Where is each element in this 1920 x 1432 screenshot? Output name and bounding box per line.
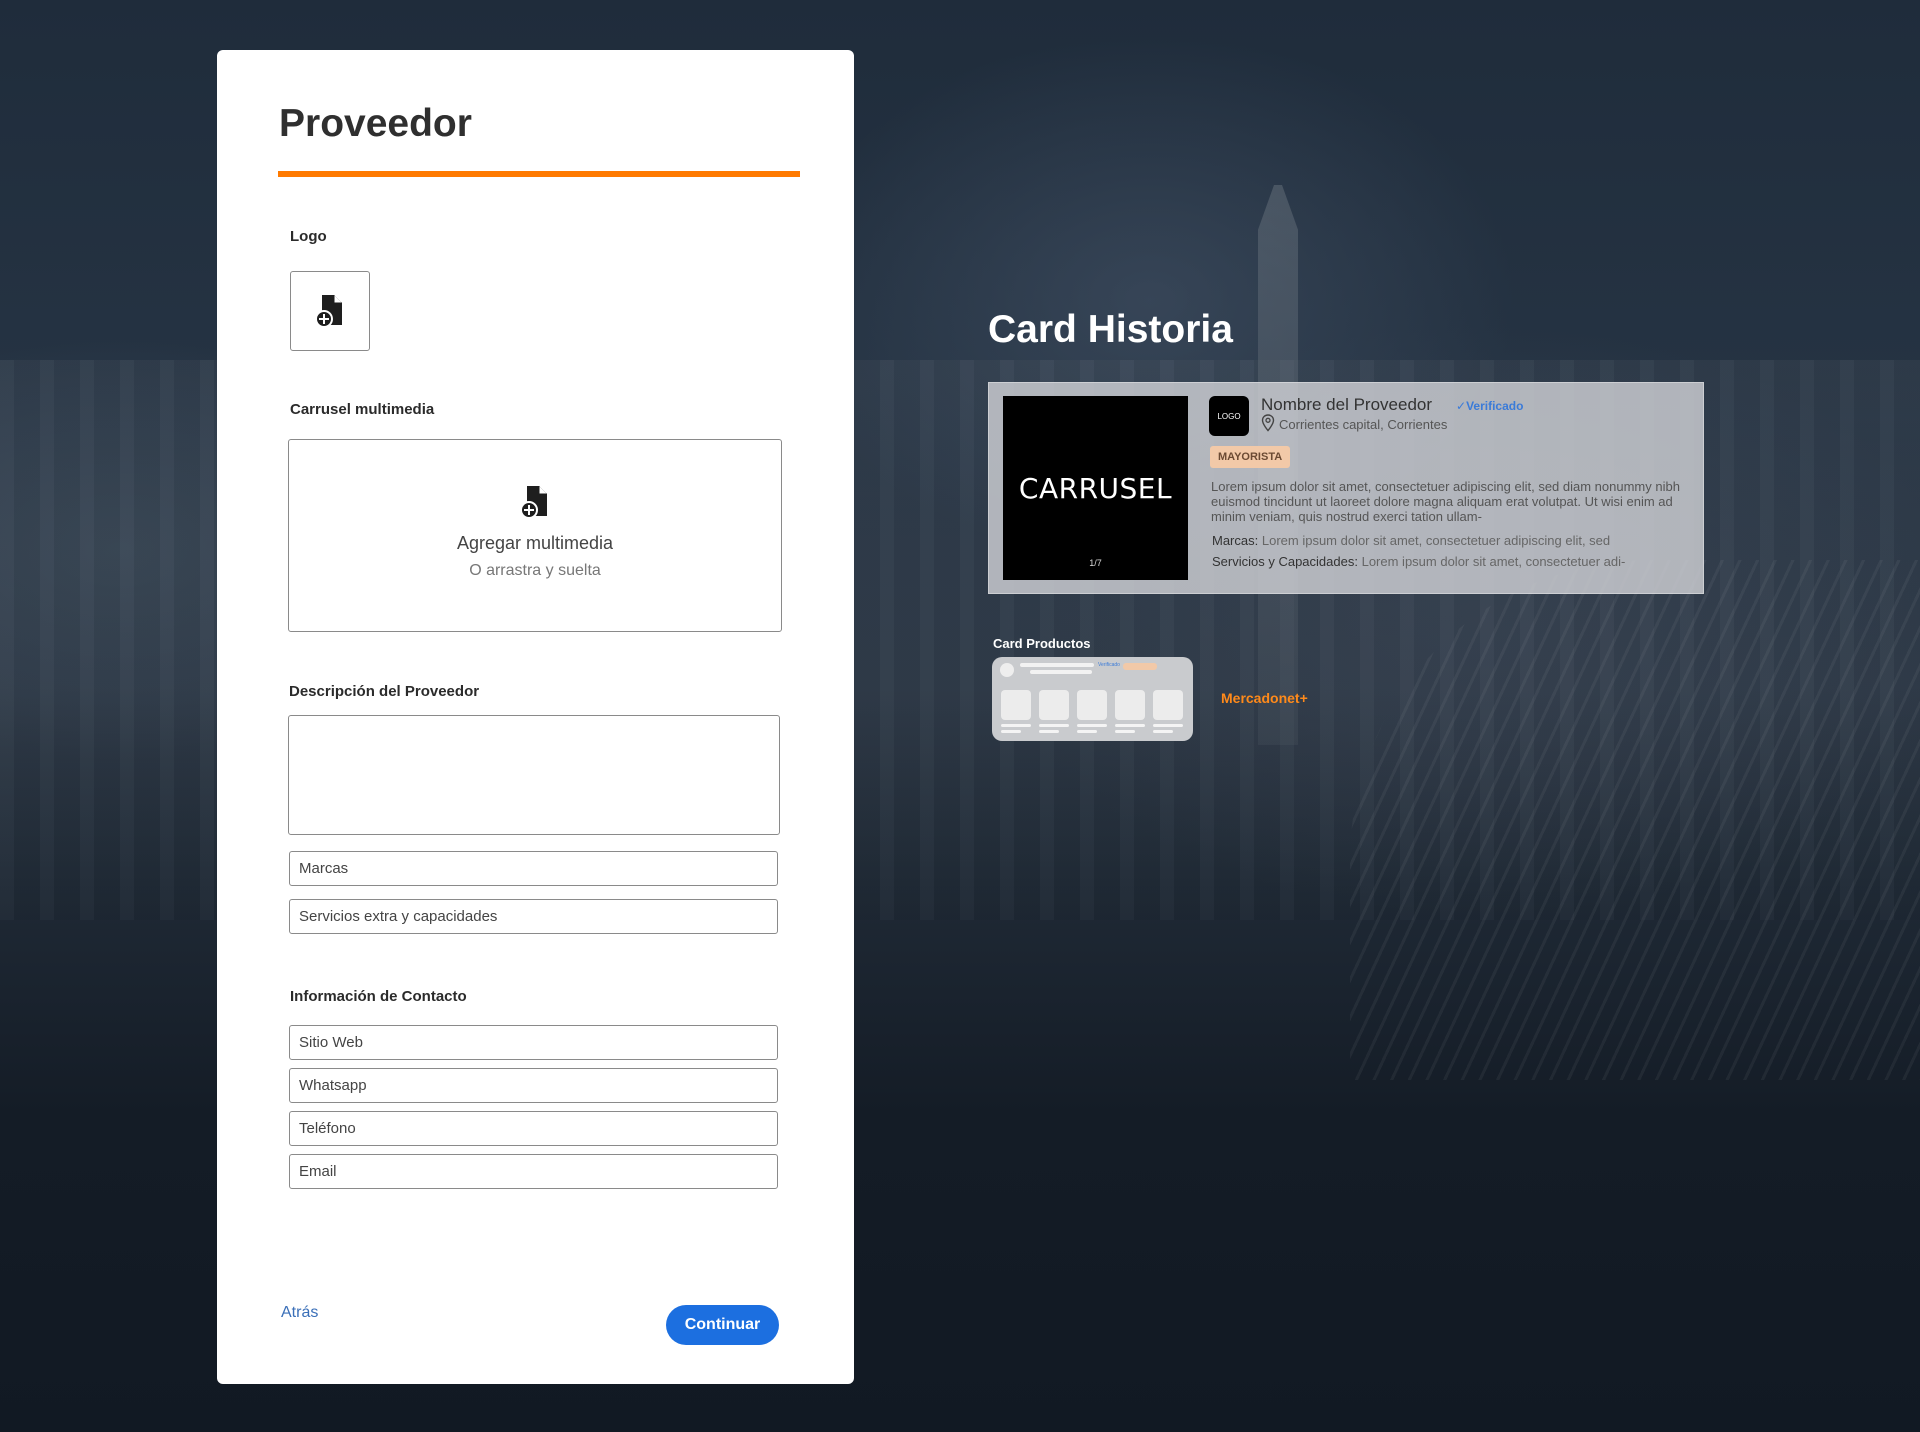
check-icon: ✓ [1456, 399, 1467, 413]
mini-caption [1039, 730, 1059, 733]
mercadonet-brand-link[interactable]: Mercadonet+ [1221, 690, 1308, 706]
carousel-preview: CARRUSEL 1/7 [1003, 396, 1188, 580]
mini-caption [1153, 730, 1173, 733]
verified-badge: ✓Verificado [1456, 399, 1523, 413]
contact-label: Información de Contacto [290, 988, 467, 1005]
add-multimedia-label: Agregar multimedia [456, 533, 614, 553]
mini-caption [1115, 724, 1145, 727]
drag-drop-hint: O arrastra y suelta [469, 562, 601, 579]
brands-input[interactable] [289, 851, 778, 886]
mini-caption [1153, 724, 1183, 727]
provider-description: Lorem ipsum dolor sit amet, consectetuer… [1211, 479, 1680, 524]
map-pin-icon [1261, 414, 1275, 437]
card-historia-heading: Card Historia [988, 308, 1233, 351]
title-underline [278, 171, 800, 177]
wholesaler-tag: MAYORISTA [1210, 446, 1291, 468]
provider-logo: LOGO [1209, 396, 1249, 436]
mini-name-bar [1020, 663, 1094, 667]
mini-product-tile [1001, 690, 1031, 720]
story-card-preview: CARRUSEL 1/7 LOGO Nombre del Proveedor ✓… [988, 382, 1704, 594]
mini-caption [1115, 730, 1135, 733]
mini-product-tile [1153, 690, 1183, 720]
email-input[interactable] [289, 1154, 778, 1189]
brands-line: Marcas: Lorem ipsum dolor sit amet, cons… [1212, 533, 1610, 548]
mini-caption [1001, 730, 1021, 733]
carousel-counter: 1/7 [1089, 558, 1102, 568]
continue-button[interactable]: Continuar [666, 1305, 779, 1345]
product-card-preview: Verificado [992, 657, 1193, 741]
multimedia-dropzone[interactable]: Agregar multimedia O arrastra y suelta [288, 439, 782, 632]
carousel-label: Carrusel multimedia [290, 401, 435, 418]
services-line-label: Servicios y Capacidades: [1212, 554, 1358, 569]
page-title: Proveedor [279, 102, 472, 145]
mini-product-tile [1115, 690, 1145, 720]
description-label: Descripción del Proveedor [289, 683, 480, 700]
mini-verified-badge: Verificado [1098, 662, 1120, 668]
provider-form-panel: Proveedor Logo Carrusel multimedia Agreg… [217, 50, 854, 1384]
mini-location-bar [1030, 670, 1092, 674]
description-textarea[interactable] [288, 715, 780, 835]
brands-line-text: Lorem ipsum dolor sit amet, consectetuer… [1261, 533, 1611, 548]
mini-caption [1077, 730, 1097, 733]
carousel-placeholder-text: CARRUSEL [1018, 472, 1173, 505]
whatsapp-input[interactable] [289, 1068, 778, 1103]
brands-line-label: Marcas: [1212, 533, 1259, 548]
verified-text: Verificado [1466, 399, 1524, 413]
mini-product-tile [1077, 690, 1107, 720]
mini-avatar [1000, 663, 1014, 677]
provider-name: Nombre del Proveedor [1261, 395, 1433, 414]
file-add-icon [314, 293, 346, 329]
services-input[interactable] [289, 899, 778, 934]
phone-input[interactable] [289, 1111, 778, 1146]
mini-tag [1123, 663, 1157, 670]
card-productos-heading: Card Productos [993, 636, 1091, 651]
mini-caption [1001, 724, 1031, 727]
back-link[interactable]: Atrás [281, 1304, 318, 1322]
mini-caption [1077, 724, 1107, 727]
website-input[interactable] [289, 1025, 778, 1060]
logo-label: Logo [290, 228, 327, 245]
provider-location: Corrientes capital, Corrientes [1279, 417, 1448, 432]
services-line-text: Lorem ipsum dolor sit amet, consectetuer… [1361, 554, 1626, 569]
logo-upload-button[interactable] [290, 271, 370, 351]
mini-product-tile [1039, 690, 1069, 720]
file-add-icon [519, 484, 551, 520]
mini-caption [1039, 724, 1069, 727]
services-line: Servicios y Capacidades: Lorem ipsum dol… [1212, 554, 1625, 569]
